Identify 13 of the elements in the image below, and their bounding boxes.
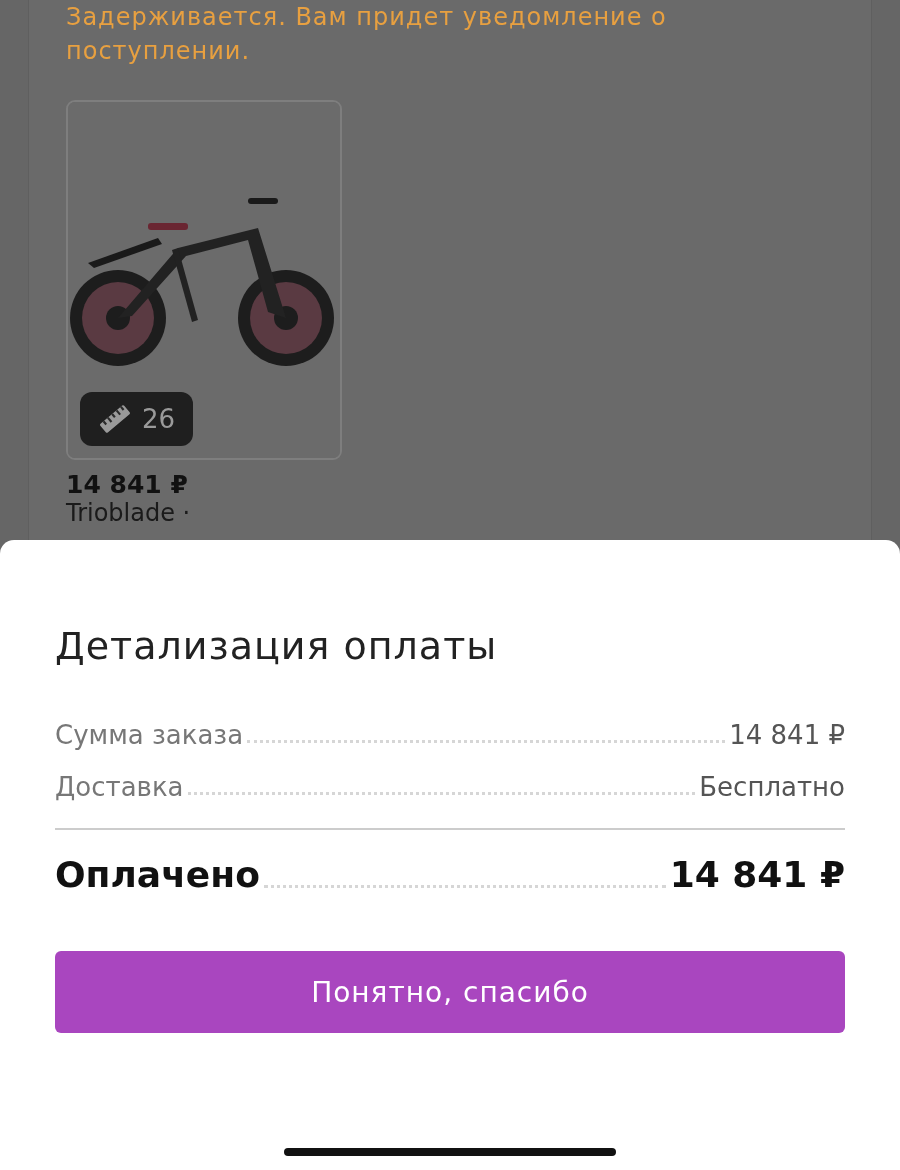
product-image-frame[interactable]: 26	[66, 100, 342, 460]
row-value: Бесплатно	[699, 772, 845, 802]
total-value: 14 841 ₽	[669, 854, 845, 895]
confirm-button[interactable]: Понятно, спасибо	[55, 951, 845, 1033]
row-label: Доставка	[55, 772, 184, 802]
size-text: 26	[142, 404, 176, 434]
row-value: 14 841 ₽	[729, 720, 845, 750]
product-name: Trioblade ·	[66, 499, 192, 527]
sheet-title: Детализация оплаты	[55, 624, 499, 668]
row-label: Сумма заказа	[55, 720, 244, 750]
product-price: 14 841 ₽	[66, 470, 189, 499]
total-label: Оплачено	[55, 854, 260, 895]
status-note: Задерживается. Вам придет уведомление о поступлении.	[66, 2, 668, 67]
